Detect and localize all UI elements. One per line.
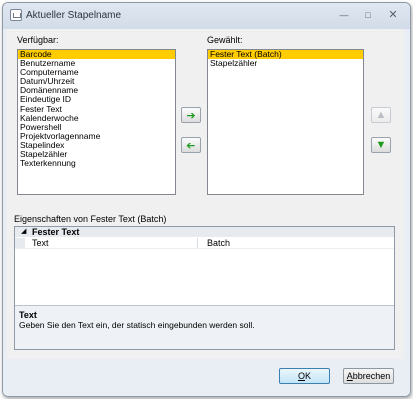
property-row[interactable]: Text Batch [15, 238, 394, 249]
minimize-icon[interactable]: — [337, 9, 351, 21]
arrow-right-icon: ➔ [186, 109, 196, 122]
close-icon[interactable]: ✕ [386, 9, 400, 21]
remove-item-button[interactable]: ➔ [181, 137, 201, 153]
dialog-footer: OK Abbrechen [3, 359, 410, 396]
property-help-panel: Text Geben Sie den Text ein, der statisc… [15, 305, 394, 349]
property-key: Text [32, 238, 49, 248]
ok-mnemonic: O [297, 371, 305, 381]
help-title: Text [19, 310, 37, 320]
property-row-divider [15, 248, 394, 249]
property-separator [197, 238, 198, 248]
title-bar[interactable]: Aktueller Stapelname — □ ✕ [3, 3, 410, 29]
ok-button[interactable]: OK [279, 368, 330, 384]
help-description: Geben Sie den Text ein, der statisch ein… [19, 320, 255, 330]
move-up-button[interactable]: ▲ [371, 107, 391, 123]
chosen-label: Gewählt: [207, 35, 243, 45]
cancel-label: bbrechen [352, 371, 391, 381]
property-category[interactable]: ◢ Fester Text [15, 227, 394, 237]
chosen-list[interactable]: Fester Text (Batch) Stapelzähler [207, 49, 364, 195]
add-item-button[interactable]: ➔ [181, 107, 201, 123]
ok-label: K [305, 371, 312, 381]
window-title: Aktueller Stapelname [26, 10, 122, 21]
available-label: Verfügbar: [17, 35, 59, 45]
dialog-content: Verfügbar: Barcode Benutzername Computerna… [7, 29, 404, 359]
move-down-button[interactable]: ▼ [371, 137, 391, 153]
list-item[interactable]: Texterkennung [18, 159, 175, 168]
list-item[interactable]: Stapelzähler [208, 59, 363, 68]
arrow-left-icon: ➔ [186, 139, 196, 152]
property-value[interactable]: Batch [207, 238, 230, 248]
cancel-button[interactable]: Abbrechen [343, 368, 394, 384]
collapse-triangle-icon[interactable]: ◢ [21, 227, 26, 237]
property-grid[interactable]: ◢ Fester Text Text Batch Text Geben Sie … [14, 226, 395, 350]
app-icon [10, 9, 22, 21]
maximize-icon[interactable]: □ [361, 9, 375, 21]
arrow-down-icon: ▼ [375, 139, 387, 151]
property-row-gutter [15, 238, 25, 248]
arrow-up-icon: ▲ [375, 109, 387, 121]
available-list[interactable]: Barcode Benutzername Computername Datum/Uhr… [17, 49, 176, 195]
property-category-name: Fester Text [32, 227, 80, 237]
properties-label: Eigenschaften von Fester Text (Batch) [14, 214, 167, 224]
dialog-window: Aktueller Stapelname — □ ✕ Verfügbar: Ba… [2, 2, 411, 397]
